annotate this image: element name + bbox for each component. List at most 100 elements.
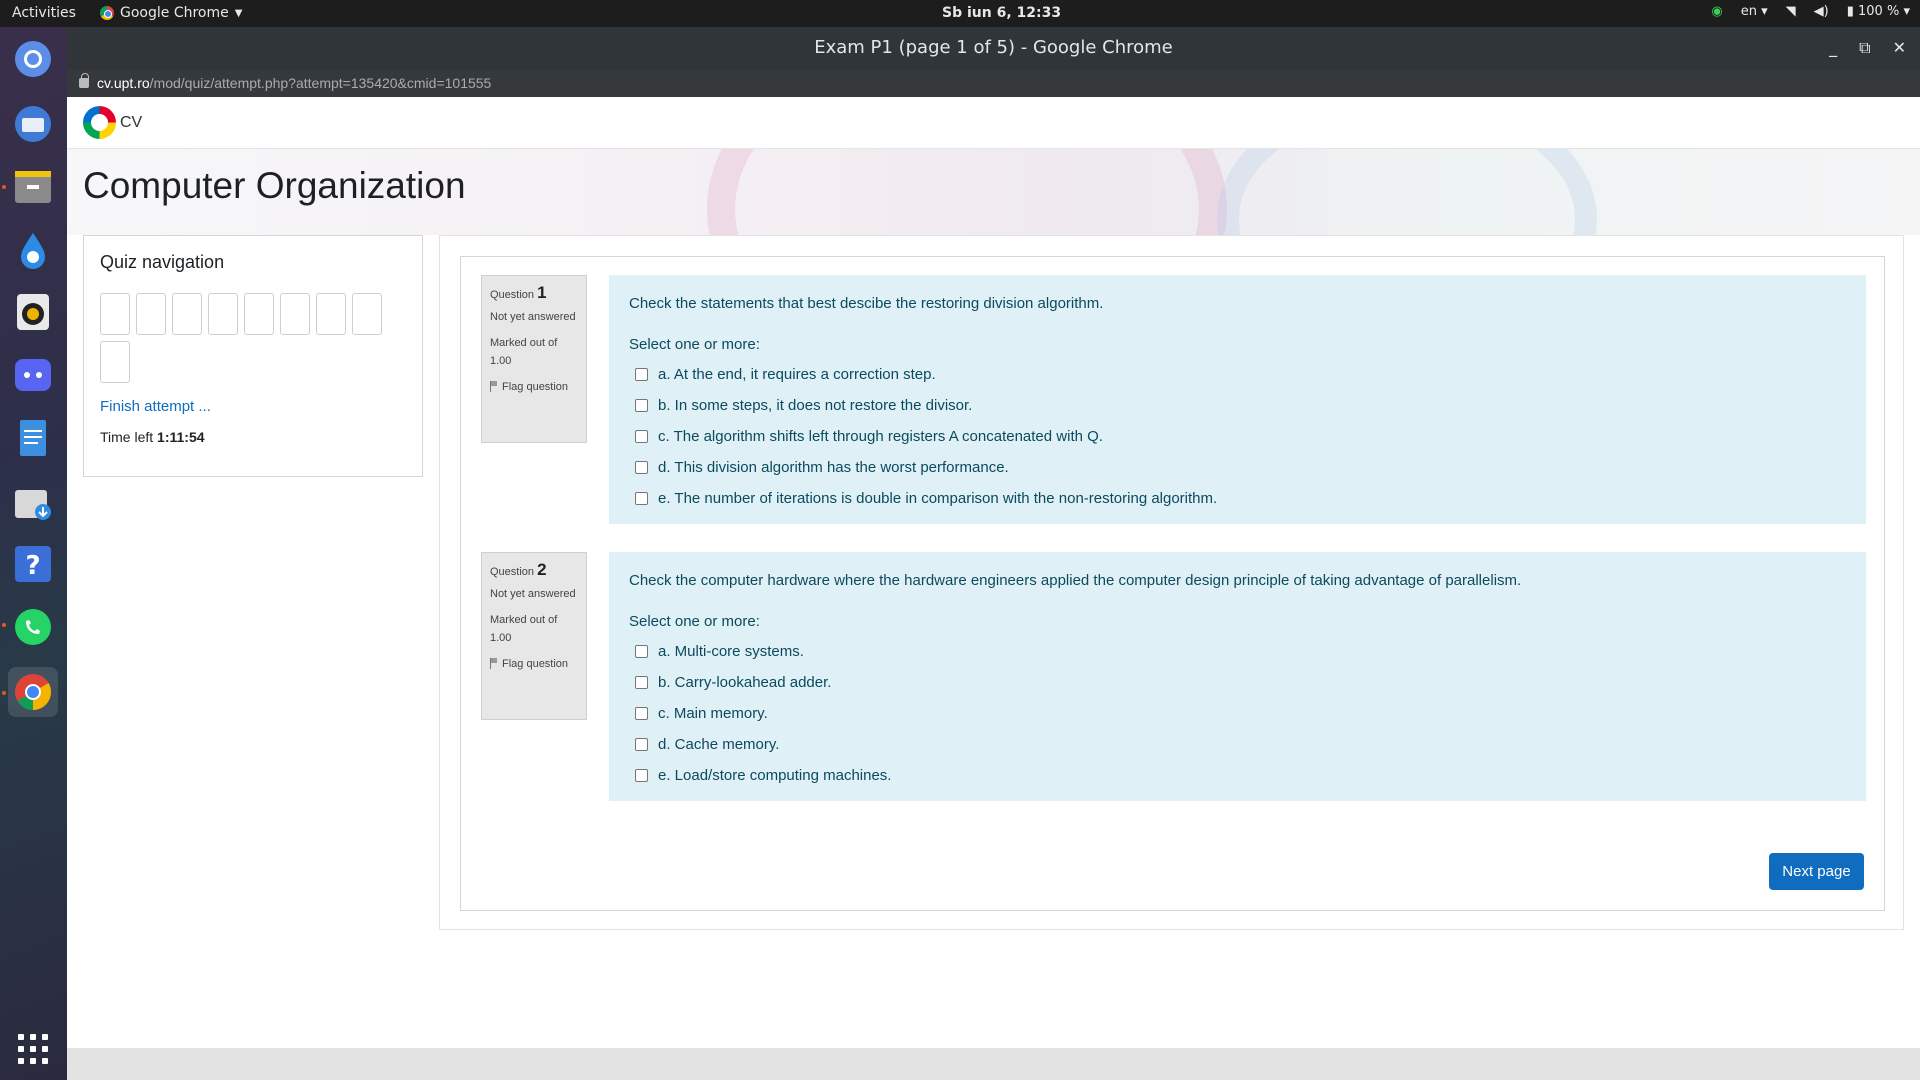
text-editor-dock-icon[interactable]: [8, 413, 58, 463]
language-indicator[interactable]: en ▾: [1741, 4, 1768, 19]
flag-icon: [490, 658, 498, 669]
wifi-icon[interactable]: ◥: [1786, 4, 1796, 19]
question-button-grid: [100, 293, 400, 383]
lock-icon[interactable]: [79, 73, 89, 88]
answer-checkbox[interactable]: [635, 707, 648, 720]
whatsapp-tray-icon[interactable]: ◉: [1711, 4, 1722, 19]
flag-icon: [490, 381, 498, 392]
flag-question-toggle[interactable]: Flag question: [490, 378, 578, 396]
question-text: Check the statements that best descibe t…: [629, 295, 1104, 312]
clock[interactable]: Sb iun 6, 12:33: [942, 5, 1061, 21]
time-left-value: 1:11:54: [157, 429, 205, 445]
answer-option[interactable]: c. The algorithm shifts left through reg…: [629, 421, 1846, 452]
web-page: CV Computer Organization Quiz navigation…: [67, 97, 1920, 1080]
close-icon[interactable]: ✕: [1893, 27, 1906, 69]
answer-checkbox[interactable]: [635, 461, 648, 474]
quiz-navigation-title: Quiz navigation: [100, 252, 225, 272]
page-footer: [67, 1048, 1920, 1080]
answer-checkbox[interactable]: [635, 368, 648, 381]
activities-button[interactable]: Activities: [12, 5, 76, 21]
app-menu-label: Google Chrome: [120, 5, 229, 21]
chrome-icon: [100, 6, 114, 20]
thunderbird-dock-icon[interactable]: [8, 99, 58, 149]
quiz-navigation-block: Quiz navigation Finish attempt ... Time …: [83, 235, 423, 477]
svg-text:?: ?: [25, 551, 40, 581]
answer-checkbox[interactable]: [635, 769, 648, 782]
volume-icon[interactable]: ◀): [1814, 4, 1829, 19]
window-titlebar[interactable]: Exam P1 (page 1 of 5) - Google Chrome _ …: [67, 27, 1920, 69]
url-host: cv.upt.ro: [97, 75, 150, 91]
answer-option[interactable]: a. At the end, it requires a correction …: [629, 359, 1846, 390]
battery-indicator[interactable]: ▮ 100 % ▾: [1847, 4, 1910, 19]
answer-option[interactable]: b. In some steps, it does not restore th…: [629, 390, 1846, 421]
answer-prompt: Select one or more:: [629, 336, 760, 353]
time-left: Time left 1:11:54: [100, 429, 205, 445]
question-text: Check the computer hardware where the ha…: [629, 572, 1522, 589]
window-title: Exam P1 (page 1 of 5) - Google Chrome: [814, 37, 1173, 58]
answer-checkbox[interactable]: [635, 399, 648, 412]
next-page-button[interactable]: Next page: [1769, 853, 1864, 890]
question-nav-button[interactable]: [100, 341, 130, 383]
running-indicator: [2, 691, 6, 695]
dock: ?: [0, 27, 67, 1080]
answer-checkbox[interactable]: [635, 492, 648, 505]
minimize-icon[interactable]: _: [1829, 27, 1837, 69]
question-grade: Marked out of 1.00: [490, 337, 558, 367]
question-2-info: Question 2 Not yet answered Marked out o…: [481, 552, 587, 720]
chrome-dock-icon[interactable]: [8, 667, 58, 717]
rhythmbox-dock-icon[interactable]: [8, 287, 58, 337]
chromium-dock-icon[interactable]: [8, 34, 58, 84]
question-nav-button[interactable]: [172, 293, 202, 335]
answer-checkbox[interactable]: [635, 676, 648, 689]
question-nav-button[interactable]: [136, 293, 166, 335]
address-bar[interactable]: cv.upt.ro/mod/quiz/attempt.php?attempt=1…: [67, 69, 1920, 97]
answer-checkbox[interactable]: [635, 645, 648, 658]
site-logo[interactable]: [83, 106, 116, 139]
question-2-content: Check the computer hardware where the ha…: [609, 552, 1866, 801]
running-indicator: [2, 185, 6, 189]
page-header: Computer Organization: [67, 149, 1920, 235]
question-nav-button[interactable]: [280, 293, 310, 335]
answer-option[interactable]: e. The number of iterations is double in…: [629, 483, 1846, 514]
chevron-down-icon: ▼: [234, 7, 243, 19]
answer-option[interactable]: c. Main memory.: [629, 698, 1846, 729]
running-indicator: [2, 623, 6, 627]
browser-window: Exam P1 (page 1 of 5) - Google Chrome _ …: [67, 27, 1920, 1080]
question-state: Not yet answered: [490, 588, 576, 600]
files-dock-icon[interactable]: [8, 162, 58, 212]
question-nav-button[interactable]: [208, 293, 238, 335]
question-1-info: Question 1 Not yet answered Marked out o…: [481, 275, 587, 443]
whatsapp-dock-icon[interactable]: [8, 602, 58, 652]
system-top-bar: Activities Google Chrome ▼ Sb iun 6, 12:…: [0, 0, 1920, 27]
answer-prompt: Select one or more:: [629, 613, 760, 630]
answer-option[interactable]: a. Multi-core systems.: [629, 636, 1846, 667]
quiz-attempt-form: Question 1 Not yet answered Marked out o…: [460, 256, 1885, 911]
question-nav-button[interactable]: [352, 293, 382, 335]
system-tray[interactable]: ◉ en ▾ ◥ ◀) ▮ 100 % ▾: [1711, 4, 1910, 19]
question-grade: Marked out of 1.00: [490, 614, 558, 644]
question-number: Question 2: [490, 560, 547, 579]
answer-checkbox[interactable]: [635, 430, 648, 443]
app-menu[interactable]: Google Chrome ▼: [100, 5, 242, 21]
site-name[interactable]: CV: [120, 114, 142, 132]
question-nav-button[interactable]: [316, 293, 346, 335]
question-nav-button[interactable]: [100, 293, 130, 335]
answer-option[interactable]: b. Carry-lookahead adder.: [629, 667, 1846, 698]
page-title: Computer Organization: [83, 165, 466, 206]
answer-option[interactable]: d. This division algorithm has the worst…: [629, 452, 1846, 483]
flag-question-toggle[interactable]: Flag question: [490, 655, 578, 673]
site-navbar: CV: [67, 97, 1920, 149]
finish-attempt-link[interactable]: Finish attempt ...: [100, 398, 406, 415]
answer-option[interactable]: d. Cache memory.: [629, 729, 1846, 760]
help-dock-icon[interactable]: ?: [8, 539, 58, 589]
answer-option[interactable]: e. Load/store computing machines.: [629, 760, 1846, 791]
question-nav-button[interactable]: [244, 293, 274, 335]
answer-checkbox[interactable]: [635, 738, 648, 751]
software-install-dock-icon[interactable]: [8, 477, 58, 527]
drop-app-dock-icon[interactable]: [8, 224, 58, 274]
main-region: Question 1 Not yet answered Marked out o…: [439, 235, 1904, 930]
show-applications-button[interactable]: [18, 1034, 48, 1064]
discord-dock-icon[interactable]: [8, 350, 58, 400]
maximize-icon[interactable]: ⧉: [1859, 27, 1870, 69]
question-1-content: Check the statements that best descibe t…: [609, 275, 1866, 524]
